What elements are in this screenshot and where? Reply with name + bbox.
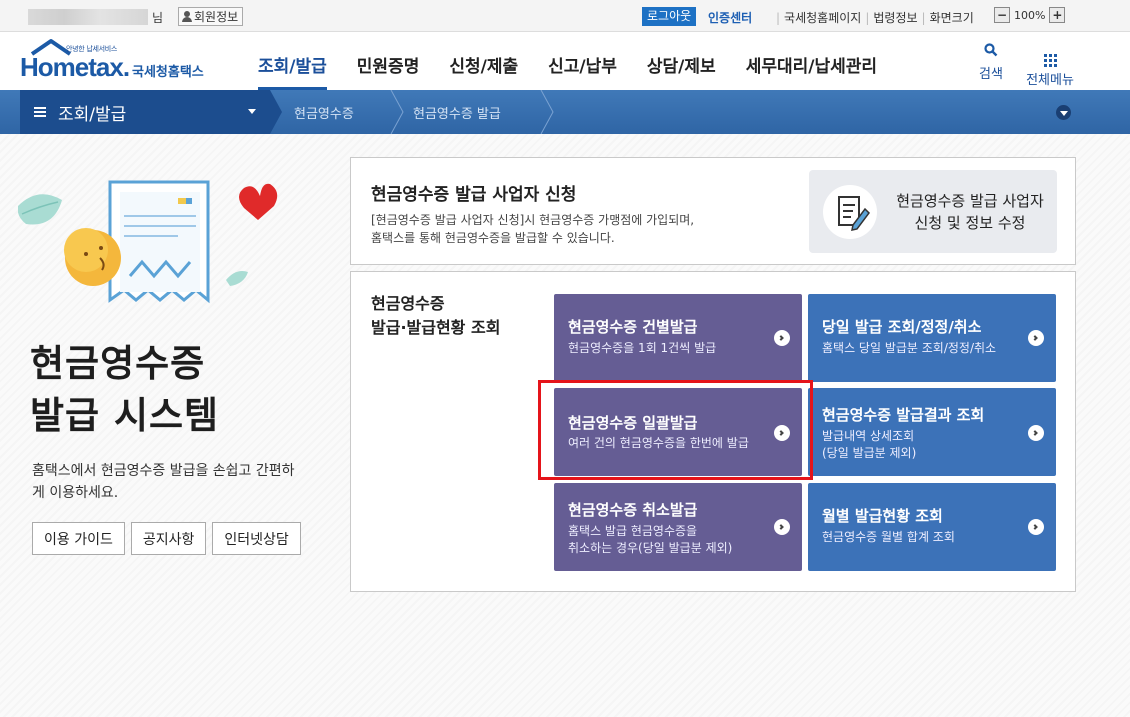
issuer-apply-label: 현금영수증 발급 사업자 신청 및 정보 수정: [885, 190, 1055, 234]
section-title: 조회/발급: [58, 104, 127, 125]
issuer-apply-button[interactable]: 현금영수증 발급 사업자 신청 및 정보 수정: [809, 170, 1057, 253]
issuer-apply-line1: 현금영수증 발급 사업자: [896, 192, 1044, 210]
monthly-status-tile[interactable]: 월별 발급현황 조회 현금영수증 월별 합계 조회: [808, 483, 1056, 571]
tile-subtitle-line2: (당일 발급분 제외): [822, 446, 917, 460]
hometax-logo[interactable]: 안녕한 납세서비스 Hometax. 국세청홈택스: [20, 38, 220, 84]
gnb-consult-report[interactable]: 상담/제보: [647, 52, 716, 91]
registration-title: 현금영수증 발급 사업자 신청: [371, 185, 577, 205]
cancel-issue-tile[interactable]: 현금영수증 취소발급 홈택스 발급 현금영수증을 취소하는 경우(당일 발급분 …: [554, 483, 802, 571]
notice-button[interactable]: 공지사항: [130, 522, 207, 555]
gnb-civil-certificate[interactable]: 민원증명: [357, 52, 420, 91]
member-info-button[interactable]: 회원정보: [178, 7, 244, 26]
grid-menu-icon: [1043, 54, 1057, 67]
logout-button[interactable]: 로그아웃: [642, 7, 697, 26]
issuer-registration-panel: 현금영수증 발급 사업자 신청 [현금영수증 발급 사업자 신청]시 현금영수증…: [350, 157, 1076, 265]
screen-size-label: 화면크기: [929, 11, 974, 25]
issuer-apply-line2: 신청 및 정보 수정: [914, 214, 1026, 232]
single-issue-tile[interactable]: 현금영수증 건별발급 현금영수증을 1회 1건씩 발급: [554, 294, 802, 382]
breadcrumb-separator-icon: [390, 90, 404, 134]
member-info-label: 회원정보: [194, 10, 239, 24]
zoom-out-button[interactable]: −: [994, 7, 1010, 23]
registration-desc-line1: [현금영수증 발급 사업자 신청]시 현금영수증 가맹점에 가입되며,: [371, 213, 695, 227]
chevron-right-icon: [1028, 330, 1044, 346]
section-menu-dropdown[interactable]: 조회/발급: [20, 90, 270, 134]
tile-subtitle: 홈택스 당일 발급분 조회/정정/취소: [822, 341, 997, 355]
sameday-lookup-tile[interactable]: 당일 발급 조회/정정/취소 홈택스 당일 발급분 조회/정정/취소: [808, 294, 1056, 382]
all-menu-button[interactable]: 전체메뉴: [1022, 42, 1078, 88]
issue-panel-title-line1: 현금영수증: [371, 294, 445, 313]
gnb-apply-submit[interactable]: 신청/제출: [449, 52, 518, 91]
breadcrumb-cash-receipt[interactable]: 현금영수증: [294, 103, 354, 122]
breadcrumb-arrow-icon: [270, 90, 282, 134]
usage-guide-button[interactable]: 이용 가이드: [32, 522, 125, 555]
tile-title: 당일 발급 조회/정정/취소: [822, 318, 982, 336]
tile-subtitle: 현금영수증 월별 합계 조회: [822, 530, 955, 544]
registration-description: [현금영수증 발급 사업자 신청]시 현금영수증 가맹점에 가입되며, 홈택스를…: [371, 211, 771, 247]
search-label: 검색: [979, 67, 1003, 82]
receipt-illustration: [18, 180, 278, 304]
hero-buttons: 이용 가이드 공지사항 인터넷상담: [32, 522, 301, 555]
site-header: 안녕한 납세서비스 Hometax. 국세청홈택스 조회/발급 민원증명 신청/…: [0, 32, 1130, 91]
breadcrumb-cash-receipt-issue[interactable]: 현금영수증 발급: [413, 103, 501, 122]
utility-links: | 국세청홈페이지 | 법령정보 | 화면크기: [772, 9, 974, 26]
all-menu-label: 전체메뉴: [1026, 73, 1074, 88]
issue-result-lookup-tile[interactable]: 현금영수증 발급결과 조회 발급내역 상세조회 (당일 발급분 제외): [808, 388, 1056, 476]
breadcrumb-separator-icon: [540, 90, 554, 134]
logo-org-name: 국세청홈택스: [132, 65, 204, 80]
top-utility-bar: 님 회원정보 로그아웃 인증센터 | 국세청홈페이지 | 법령정보 | 화면크기…: [0, 0, 1130, 32]
nts-homepage-link[interactable]: 국세청홈페이지: [784, 9, 861, 26]
chevron-right-icon: [1028, 519, 1044, 535]
hero-title-line2: 발급 시스템: [30, 394, 220, 437]
username-suffix: 님: [152, 11, 164, 25]
document-edit-icon: [823, 185, 877, 239]
tile-subtitle-line1: 홈택스 발급 현금영수증을: [568, 524, 698, 538]
person-icon: [182, 11, 192, 22]
tile-subtitle-line2: 취소하는 경우(당일 발급분 제외): [568, 541, 733, 555]
online-consult-button[interactable]: 인터넷상담: [212, 522, 301, 555]
search-icon: [984, 43, 998, 57]
gnb-tax-agent[interactable]: 세무대리/납세관리: [746, 52, 877, 91]
divider: |: [776, 10, 781, 25]
global-nav: 조회/발급 민원증명 신청/제출 신고/납부 상담/제보 세무대리/납세관리: [258, 52, 907, 91]
tile-title: 현금영수증 취소발급: [568, 501, 698, 519]
issue-panel-title-line2: 발급·발급현황 조회: [371, 318, 501, 337]
chevron-right-icon: [1028, 425, 1044, 441]
gnb-lookup-issue[interactable]: 조회/발급: [258, 52, 327, 91]
logo-wordmark: Hometax.: [20, 52, 130, 82]
chevron-down-icon: [248, 109, 256, 114]
nav-expand-button[interactable]: [1056, 105, 1071, 120]
gnb-report-pay[interactable]: 신고/납부: [548, 52, 617, 91]
hero-description: 홈택스에서 현금영수증 발급을 손쉽고 간편하게 이용하세요.: [32, 463, 295, 501]
zoom-in-button[interactable]: +: [1049, 7, 1066, 23]
search-button[interactable]: 검색: [976, 42, 1006, 82]
law-info-link[interactable]: 법령정보: [873, 9, 917, 26]
divider: |: [921, 10, 926, 25]
bulk-issue-highlight: [538, 380, 813, 480]
tile-title: 현금영수증 발급결과 조회: [822, 406, 985, 424]
tile-subtitle-line1: 발급내역 상세조회: [822, 429, 915, 443]
zoom-control: − 100% +: [994, 7, 1066, 23]
tile-title: 현금영수증 건별발급: [568, 318, 698, 336]
cert-center-link[interactable]: 인증센터: [708, 9, 752, 26]
registration-desc-line2: 홈택스를 통해 현금영수증을 발급할 수 있습니다.: [371, 231, 615, 245]
tile-subtitle: 현금영수증을 1회 1건씩 발급: [568, 341, 717, 355]
hamburger-icon: [34, 107, 46, 117]
issue-panel-title: 현금영수증 발급·발급현황 조회: [371, 292, 500, 340]
hero-title: 현금영수증 발급 시스템: [30, 338, 219, 442]
username-redacted: [28, 9, 148, 25]
zoom-level: 100%: [1014, 8, 1046, 22]
tile-title: 월별 발급현황 조회: [822, 507, 943, 525]
location-bar: 조회/발급 현금영수증 현금영수증 발급: [0, 90, 1130, 134]
divider: |: [865, 10, 870, 25]
chevron-down-icon: [1059, 111, 1068, 116]
chevron-right-icon: [774, 519, 790, 535]
chevron-right-icon: [774, 330, 790, 346]
hero-title-line1: 현금영수증: [30, 342, 206, 385]
